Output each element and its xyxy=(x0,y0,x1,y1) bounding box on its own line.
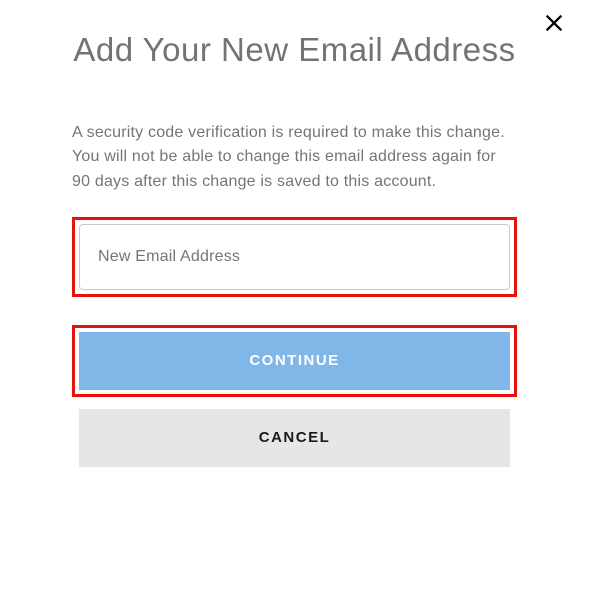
close-icon xyxy=(543,12,565,39)
continue-button[interactable]: CONTINUE xyxy=(79,332,510,390)
email-input-highlight xyxy=(72,217,517,297)
close-button[interactable] xyxy=(539,10,569,40)
cancel-button[interactable]: CANCEL xyxy=(79,409,510,467)
dialog-container: Add Your New Email Address A security co… xyxy=(0,0,589,467)
dialog-description: A security code verification is required… xyxy=(72,121,517,195)
continue-button-highlight: CONTINUE xyxy=(72,325,517,397)
new-email-input[interactable] xyxy=(79,224,510,290)
dialog-title: Add Your New Email Address xyxy=(72,28,517,73)
